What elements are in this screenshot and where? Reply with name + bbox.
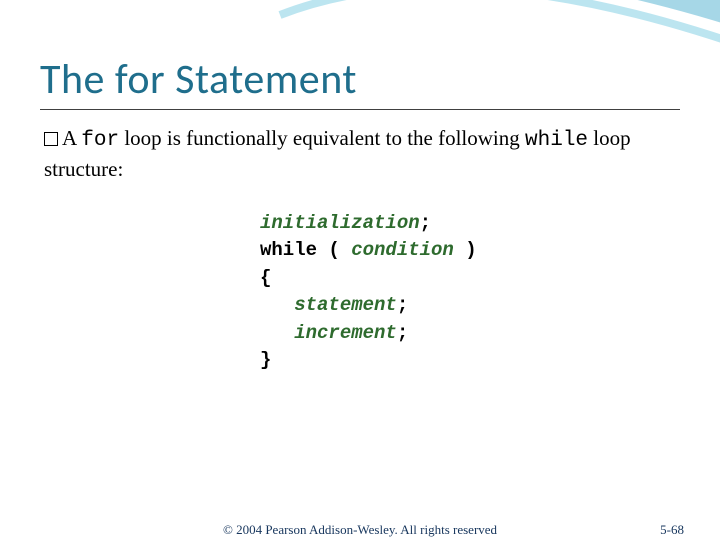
body-text-prefix: A: [62, 126, 81, 150]
copyright-text: © 2004 Pearson Addison-Wesley. All right…: [0, 522, 720, 538]
code-block: initialization; while ( condition ) { st…: [260, 210, 680, 375]
bullet-icon: [44, 132, 58, 146]
code-close-brace: }: [260, 349, 271, 371]
code-while-keyword: while (: [260, 239, 351, 261]
code-increment: increment: [294, 322, 397, 344]
code-initialization: initialization: [260, 212, 420, 234]
body-paragraph: A for loop is functionally equivalent to…: [40, 124, 680, 184]
inline-code-for: for: [81, 129, 119, 152]
body-text-mid: loop is functionally equivalent to the f…: [119, 126, 525, 150]
code-statement: statement: [294, 294, 397, 316]
page-number: 5-68: [660, 522, 684, 538]
code-condition: condition: [351, 239, 454, 261]
slide: The for Statement A for loop is function…: [0, 0, 720, 540]
slide-title: The for Statement: [40, 54, 680, 110]
code-open-brace: {: [260, 267, 271, 289]
inline-code-while: while: [525, 129, 588, 152]
